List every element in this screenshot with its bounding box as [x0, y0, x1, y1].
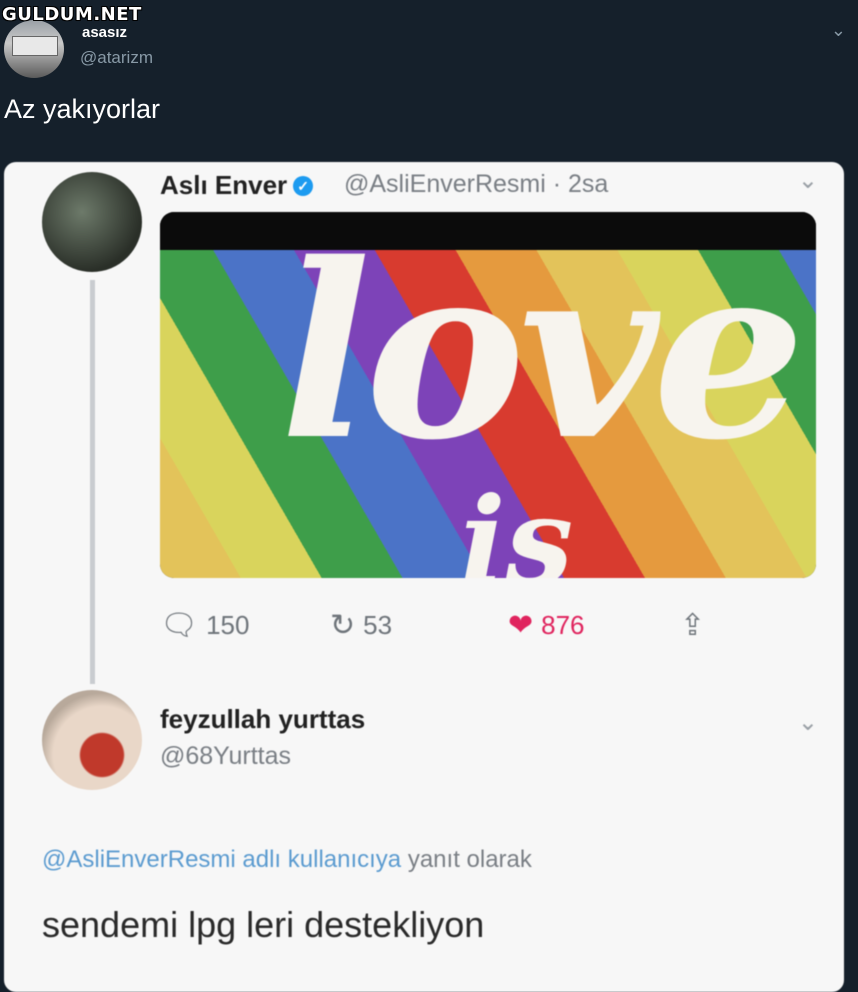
quoted-author-handle[interactable]: @AsliEnverResmi · 2sa: [344, 170, 608, 199]
quoted-avatar[interactable]: [42, 172, 142, 272]
reply-tweet-text: sendemi lpg leri destekliyon: [42, 904, 485, 945]
chevron-down-icon[interactable]: ⌄: [798, 166, 818, 195]
chevron-down-icon[interactable]: ⌄: [831, 20, 846, 41]
retweets-count: 53: [363, 610, 393, 640]
outer-tweet-text: Az yakıyorlar: [4, 94, 161, 124]
outer-avatar[interactable]: [4, 20, 64, 78]
thread-line: [90, 280, 95, 684]
retweet-button[interactable]: ↻ 53: [330, 608, 392, 643]
reply-avatar[interactable]: [42, 690, 142, 790]
media-text-is: is: [460, 471, 574, 579]
media-text-love: love: [280, 212, 805, 493]
tweet-media-image[interactable]: love is: [160, 212, 816, 578]
watermark: GULDUM.NET: [2, 4, 142, 25]
reply-icon: 🗨: [160, 609, 199, 642]
reply-mention-link[interactable]: @AsliEnverResmi adlı kullanıcıya: [42, 846, 401, 873]
share-button[interactable]: ⇪: [680, 608, 705, 643]
reply-suffix: yanıt olarak: [407, 846, 532, 873]
likes-count: 876: [541, 610, 585, 640]
screenshot-card: Aslı Enver ✓ @AsliEnverResmi · 2sa ⌄ love…: [4, 162, 844, 992]
heart-icon: ❤: [508, 609, 534, 642]
reply-button[interactable]: 🗨 150: [160, 608, 249, 643]
reply-author-name[interactable]: feyzullah yurttas: [160, 704, 365, 735]
like-button[interactable]: ❤ 876: [508, 608, 585, 643]
quoted-author-name-text: Aslı Enver: [160, 170, 288, 200]
share-icon: ⇪: [680, 609, 706, 642]
retweet-icon: ↻: [330, 609, 356, 642]
verified-badge-icon: ✓: [293, 176, 314, 196]
tweet-actions: 🗨 150 ↻ 53 ❤ 876 ⇪: [160, 608, 720, 648]
replies-count: 150: [206, 610, 250, 640]
replying-to: @AsliEnverResmi adlı kullanıcıya yanıt o…: [42, 846, 532, 874]
chevron-down-icon[interactable]: ⌄: [798, 708, 818, 737]
quoted-author-name[interactable]: Aslı Enver ✓: [160, 170, 314, 201]
outer-author-handle[interactable]: @atarizm: [80, 48, 153, 68]
outer-author-name[interactable]: asasız: [82, 24, 127, 41]
reply-author-handle[interactable]: @68Yurttas: [160, 742, 291, 771]
